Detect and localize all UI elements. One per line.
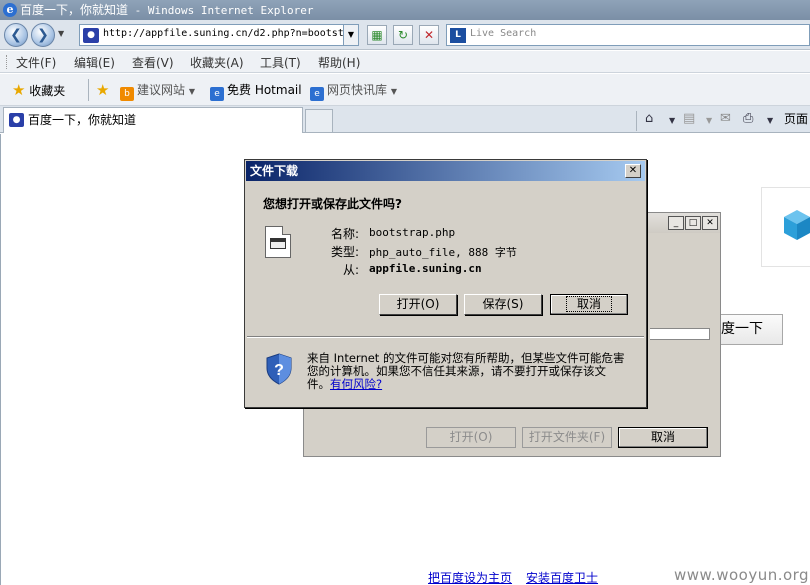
open-button[interactable]: 打开(O) — [379, 294, 457, 315]
menu-edit[interactable]: 编辑(E) — [74, 54, 115, 71]
tab-baidu[interactable]: ● 百度一下，你就知道 — [3, 107, 303, 133]
svg-text:?: ? — [274, 362, 284, 379]
add-favorite-icon: ★ — [96, 81, 110, 99]
menu-help[interactable]: 帮助(H) — [318, 54, 360, 71]
navigation-bar: ❮ ❯ ▼ ● http://appfile.suning.cn/d2.php?… — [0, 20, 810, 50]
cancel-button[interactable]: 取消 — [550, 294, 628, 315]
dialog-close-button[interactable]: ✕ — [625, 164, 641, 178]
bg-cancel-button[interactable]: 取消 — [618, 427, 708, 448]
ie-page-icon: e — [210, 87, 224, 101]
web-slice-dropdown-icon: ▼ — [390, 87, 397, 96]
tab-title: 百度一下，你就知道 — [28, 113, 137, 127]
baidu-paw-icon: ● — [83, 28, 99, 43]
from-label: 从: — [342, 263, 359, 277]
ie-page-icon: e — [310, 87, 324, 101]
address-input[interactable]: http://appfile.suning.cn/d2.php?n=bootst — [103, 28, 343, 39]
print-dropdown-icon[interactable]: ▼ — [767, 116, 773, 125]
name-value: bootstrap.php — [369, 226, 456, 239]
address-dropdown-icon[interactable]: ▼ — [343, 25, 358, 45]
hotmail-link[interactable]: e 免费 Hotmail — [210, 81, 302, 101]
favorites-star-icon: ★ — [12, 81, 26, 99]
baidu-app-card[interactable] — [761, 187, 810, 267]
menu-file[interactable]: 文件(F) — [16, 54, 56, 71]
suggested-sites-link[interactable]: b 建议网站 ▼ — [120, 81, 195, 101]
back-button[interactable]: ❮ — [4, 23, 28, 47]
risk-link[interactable]: 有何风险? — [330, 377, 382, 391]
save-button[interactable]: 保存(S) — [464, 294, 542, 315]
file-window-glyph — [270, 238, 286, 249]
menu-tools[interactable]: 工具(T) — [260, 54, 301, 71]
menu-view[interactable]: 查看(V) — [132, 54, 174, 71]
window-title-bar: e 百度一下，你就知道 - Windows Internet Explorer — [0, 0, 810, 20]
hotmail-label: 免费 Hotmail — [227, 83, 302, 97]
menu-bar: 文件(F) 编辑(E) 查看(V) 收藏夹(A) 工具(T) 帮助(H) — [0, 51, 810, 73]
from-value: appfile.suning.cn — [369, 262, 482, 275]
file-icon — [265, 226, 291, 258]
new-tab-button[interactable] — [305, 109, 333, 133]
name-label: 名称: — [330, 227, 359, 241]
minimize-button[interactable]: _ — [668, 216, 684, 230]
baidu-paw-icon: ● — [9, 113, 24, 127]
search-input[interactable]: Live Search — [470, 28, 536, 39]
suggested-sites-icon: b — [120, 87, 134, 101]
dialog-title: 文件下载 — [250, 164, 299, 178]
toolbar-grip — [6, 55, 8, 69]
ie-logo-icon: e — [3, 3, 17, 17]
window-title-page: 百度一下，你就知道 — [20, 3, 129, 17]
feeds-icon[interactable]: ▤ — [683, 111, 695, 126]
cube-icon — [784, 210, 810, 240]
security-warning: 来自 Internet 的文件可能对您有所帮助，但某些文件可能危害您的计算机。如… — [307, 352, 627, 391]
address-bar[interactable]: ● http://appfile.suning.cn/d2.php?n=boot… — [79, 24, 359, 46]
cancel-label: 取消 — [565, 296, 612, 312]
type-value: php_auto_file, 888 字节 — [369, 246, 517, 259]
file-download-dialog: 文件下载 ✕ 您想打开或保存此文件吗? 名称: bootstrap.php 类型… — [244, 159, 647, 408]
add-favorite-button[interactable]: ★ — [96, 81, 109, 99]
print-icon[interactable]: ⎙ — [743, 111, 753, 126]
mail-icon[interactable]: ✉ — [720, 111, 731, 126]
history-dropdown-icon[interactable]: ▼ — [58, 29, 64, 38]
dialog-question: 您想打开或保存此文件吗? — [263, 197, 402, 211]
security-shield-icon: ? — [266, 353, 292, 385]
feeds-dropdown-icon[interactable]: ▼ — [706, 116, 712, 125]
suggested-sites-label: 建议网站 — [137, 83, 186, 97]
progress-bar — [650, 328, 710, 340]
tab-bar: ● 百度一下，你就知道 ⌂ ▼ ▤ ▼ ✉ ⎙ ▼ 页面 — [0, 106, 810, 133]
favorites-button[interactable]: ★ 收藏夹 — [12, 81, 65, 99]
footer-links: 把百度设为主页 安装百度卫士 — [428, 569, 612, 585]
close-button[interactable]: ✕ — [702, 216, 718, 230]
refresh-button[interactable]: ↻ — [393, 25, 413, 45]
web-slice-gallery-label: 网页快讯库 — [327, 83, 388, 97]
live-search-icon: L — [450, 28, 466, 43]
dialog-divider — [247, 336, 644, 338]
menu-favorites[interactable]: 收藏夹(A) — [190, 54, 244, 71]
maximize-button[interactable]: □ — [685, 216, 701, 230]
home-icon[interactable]: ⌂ — [645, 111, 653, 126]
favbar-separator — [88, 79, 89, 101]
forward-button[interactable]: ❯ — [31, 23, 55, 47]
dialog-title-bar: 文件下载 ✕ — [246, 161, 645, 181]
web-slice-gallery-link[interactable]: e 网页快讯库 ▼ — [310, 81, 397, 101]
compatibility-view-button[interactable]: ▦ — [367, 25, 387, 45]
bg-open-button: 打开(O) — [426, 427, 516, 448]
page-menu[interactable]: 页面 — [784, 110, 808, 127]
command-separator — [636, 111, 637, 131]
set-homepage-link[interactable]: 把百度设为主页 — [428, 571, 512, 585]
home-dropdown-icon[interactable]: ▼ — [669, 116, 675, 125]
install-guard-link[interactable]: 安装百度卫士 — [526, 571, 598, 585]
type-label: 类型: — [330, 245, 359, 259]
search-box[interactable]: L Live Search — [446, 24, 810, 46]
favorites-label: 收藏夹 — [29, 84, 66, 98]
suggested-sites-dropdown-icon: ▼ — [188, 87, 195, 96]
bg-open-folder-button: 打开文件夹(F) — [522, 427, 612, 448]
window-title-app: - Windows Internet Explorer — [128, 4, 314, 17]
stop-button[interactable]: ✕ — [419, 25, 439, 45]
watermark: www.wooyun.org — [674, 566, 810, 584]
favorites-bar: ★ 收藏夹 ★ b 建议网站 ▼ e 免费 Hotmail e 网页快讯库 ▼ — [0, 74, 810, 106]
